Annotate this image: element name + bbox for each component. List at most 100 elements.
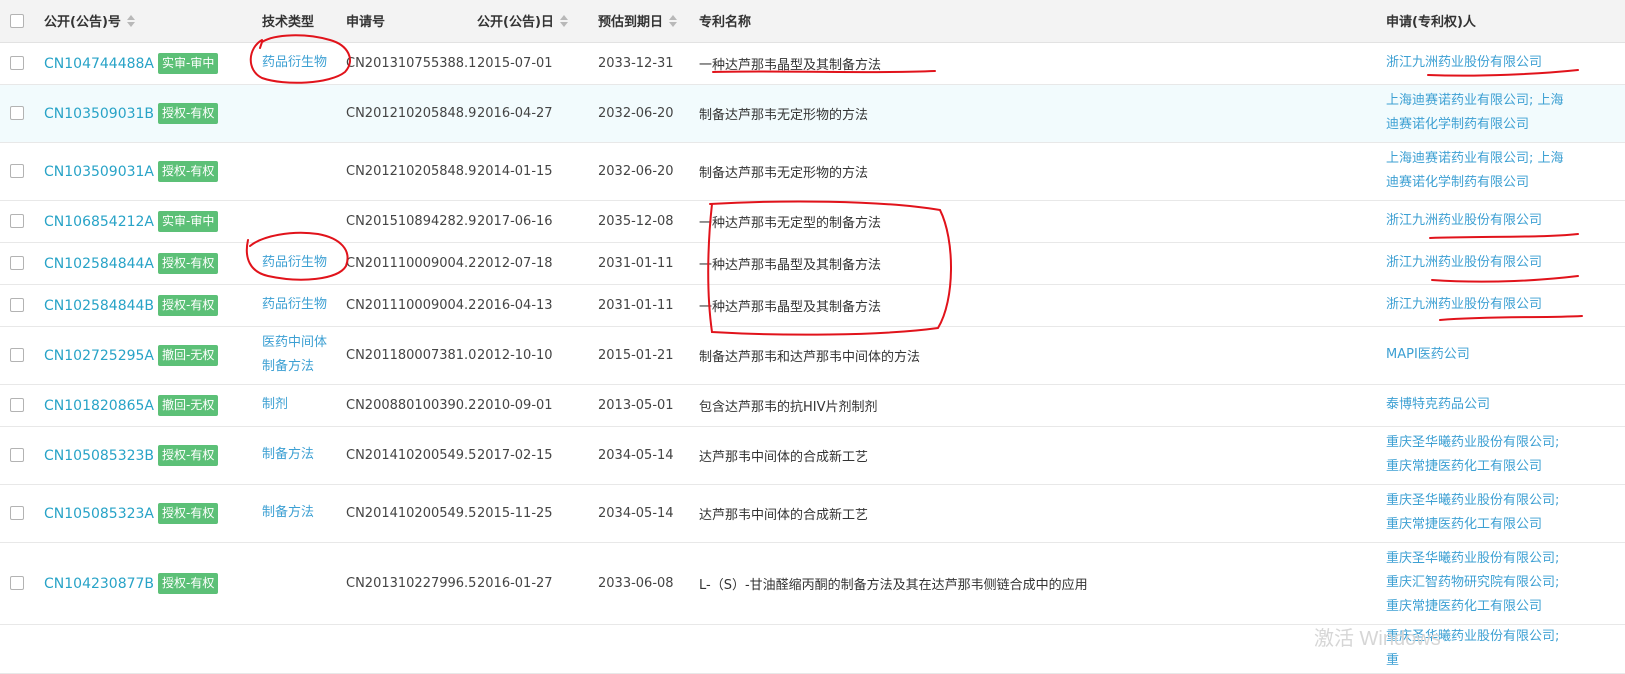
status-badge: 撤回-无权 xyxy=(158,344,219,366)
owner-link[interactable]: 浙江九洲药业股份有限公司 xyxy=(1386,51,1576,75)
status-badge: 授权-有权 xyxy=(158,294,219,316)
tech-type-cell xyxy=(262,142,346,201)
table-row[interactable]: CN104230877B 授权-有权 CN201310227996.5 2016-… xyxy=(0,542,1625,625)
owner-cell: MAPI医药公司 xyxy=(1386,326,1625,385)
table-row[interactable]: CN103509031A 授权-有权 CN201210205848.9 2014-… xyxy=(0,142,1625,201)
header-title: 专利名称 xyxy=(699,0,1386,43)
owner-link[interactable]: 泰博特克药品公司 xyxy=(1386,393,1576,417)
pub-date-cell: 2015-07-01 xyxy=(477,42,598,85)
owner-link[interactable]: 重庆圣华曦药业股份有限公司; 重庆常捷医药化工有限公司 xyxy=(1386,489,1576,537)
table-row[interactable]: CN103509031B 授权-有权 CN201210205848.9 2016-… xyxy=(0,84,1625,143)
tech-type-link[interactable]: 医药中间体制备方法 xyxy=(262,331,332,379)
pub-no-link[interactable]: CN104744488A xyxy=(44,56,154,72)
app-no-cell: CN200880100390.2 xyxy=(346,384,477,427)
owner-cell: 重庆圣华曦药业股份有限公司; 重庆汇智药物研究院有限公司; 重庆常捷医药化工有限… xyxy=(1386,542,1625,625)
pub-no-link[interactable]: CN101820865A xyxy=(44,398,154,414)
header-pub-no[interactable]: 公开(公告)号 xyxy=(44,0,262,43)
owner-link[interactable]: 浙江九洲药业股份有限公司 xyxy=(1386,251,1576,275)
row-checkbox[interactable] xyxy=(10,398,24,412)
tech-type-cell xyxy=(262,200,346,243)
select-all-checkbox[interactable] xyxy=(10,13,24,28)
row-checkbox[interactable] xyxy=(10,56,24,70)
pub-no-link[interactable]: CN105085323A xyxy=(44,506,154,522)
table-row[interactable]: CN105085323B 授权-有权 制备方法 CN201410200549.5 … xyxy=(0,426,1625,485)
owner-cell: 重庆圣华曦药业股份有限公司; 重庆常捷医药化工有限公司 xyxy=(1386,426,1625,485)
pub-no-link[interactable]: CN103509031A xyxy=(44,164,154,180)
row-checkbox[interactable] xyxy=(10,256,24,270)
expiry-cell: 2033-06-08 xyxy=(598,542,699,625)
header-pub-date[interactable]: 公开(公告)日 xyxy=(477,0,598,43)
table-row[interactable]: CN102725295A 撤回-无权 医药中间体制备方法 CN2011800073… xyxy=(0,326,1625,385)
pub-no-link[interactable]: CN106854212A xyxy=(44,214,154,230)
header-tech-type: 技术类型 xyxy=(262,0,346,43)
expiry-cell: 2033-12-31 xyxy=(598,42,699,85)
row-select-cell xyxy=(0,42,44,85)
pub-no-link[interactable]: CN102584844B xyxy=(44,298,154,314)
tech-type-cell xyxy=(262,542,346,625)
row-checkbox[interactable] xyxy=(10,448,24,462)
tech-type-link[interactable]: 药品衍生物 xyxy=(262,51,332,75)
pub-no-link[interactable]: CN104230877B xyxy=(44,576,154,592)
tech-type-link[interactable]: 药品衍生物 xyxy=(262,251,332,275)
expiry-cell: 2031-01-11 xyxy=(598,242,699,285)
app-no-cell: CN201410200549.5 xyxy=(346,426,477,485)
app-no-cell xyxy=(346,624,477,674)
owner-cell: 上海迪赛诺药业有限公司; 上海迪赛诺化学制药有限公司 xyxy=(1386,84,1625,143)
owner-link[interactable]: 重庆圣华曦药业股份有限公司; 重庆常捷医药化工有限公司 xyxy=(1386,431,1576,479)
pub-no-link[interactable]: CN103509031B xyxy=(44,106,154,122)
table-row[interactable]: CN101820865A 撤回-无权 制剂 CN200880100390.2 20… xyxy=(0,384,1625,427)
pub-no-link[interactable]: CN102584844A xyxy=(44,256,154,272)
tech-type-cell: 药品衍生物 xyxy=(262,284,346,327)
table-row[interactable]: CN102584844A 授权-有权 药品衍生物 CN201110009004.2… xyxy=(0,242,1625,285)
pub-date-cell: 2016-04-13 xyxy=(477,284,598,327)
app-no-cell: CN201210205848.9 xyxy=(346,142,477,201)
pub-no-link[interactable]: CN105085323B xyxy=(44,448,154,464)
row-checkbox[interactable] xyxy=(10,576,24,590)
app-no-cell: CN201510894282.9 xyxy=(346,200,477,243)
table-row[interactable]: CN104744488A 实审-审中 药品衍生物 CN201310755388.1… xyxy=(0,42,1625,85)
table-row[interactable]: CN106854212A 实审-审中 CN201510894282.9 2017-… xyxy=(0,200,1625,243)
row-select-cell xyxy=(0,200,44,243)
expiry-cell: 2031-01-11 xyxy=(598,284,699,327)
pub-no-link[interactable]: CN102725295A xyxy=(44,348,154,364)
row-checkbox[interactable] xyxy=(10,298,24,312)
sort-icon[interactable] xyxy=(126,15,135,28)
row-checkbox[interactable] xyxy=(10,214,24,228)
pub-no-cell: CN103509031A 授权-有权 xyxy=(44,142,262,201)
pub-no-cell: CN106854212A 实审-审中 xyxy=(44,200,262,243)
tech-type-link[interactable]: 制备方法 xyxy=(262,501,332,525)
row-checkbox[interactable] xyxy=(10,164,24,178)
row-select-cell xyxy=(0,284,44,327)
owner-link[interactable]: MAPI医药公司 xyxy=(1386,343,1576,367)
expiry-cell: 2034-05-14 xyxy=(598,484,699,543)
owner-link[interactable]: 上海迪赛诺药业有限公司; 上海迪赛诺化学制药有限公司 xyxy=(1386,89,1576,137)
table-row[interactable]: CN105085323A 授权-有权 制备方法 CN201410200549.5 … xyxy=(0,484,1625,543)
status-badge: 授权-有权 xyxy=(158,572,219,594)
title-cell: 一种达芦那韦无定型的制备方法 xyxy=(699,200,1386,243)
row-checkbox[interactable] xyxy=(10,106,24,120)
owner-link[interactable]: 浙江九洲药业股份有限公司 xyxy=(1386,209,1576,233)
sort-icon[interactable] xyxy=(559,15,568,28)
owner-link[interactable]: 浙江九洲药业股份有限公司 xyxy=(1386,293,1576,317)
tech-type-link[interactable]: 制备方法 xyxy=(262,443,332,467)
app-no-cell: CN201180007381.0 xyxy=(346,326,477,385)
row-checkbox[interactable] xyxy=(10,348,24,362)
tech-type-cell: 药品衍生物 xyxy=(262,242,346,285)
header-app-no: 申请号 xyxy=(346,0,477,43)
owner-link[interactable]: 上海迪赛诺药业有限公司; 上海迪赛诺化学制药有限公司 xyxy=(1386,147,1576,195)
tech-type-cell xyxy=(262,624,346,674)
tech-type-cell: 药品衍生物 xyxy=(262,42,346,85)
sort-icon[interactable] xyxy=(669,15,678,28)
status-badge: 授权-有权 xyxy=(158,502,219,524)
tech-type-link[interactable]: 药品衍生物 xyxy=(262,293,332,317)
status-badge: 实审-审中 xyxy=(158,210,219,232)
title-cell: 一种达芦那韦晶型及其制备方法 xyxy=(699,242,1386,285)
title-cell: 达芦那韦中间体的合成新工艺 xyxy=(699,484,1386,543)
app-no-cell: CN201410200549.5 xyxy=(346,484,477,543)
row-checkbox[interactable] xyxy=(10,506,24,520)
tech-type-link[interactable]: 制剂 xyxy=(262,393,332,417)
header-expiry[interactable]: 预估到期日 xyxy=(598,0,699,43)
table-row[interactable]: CN102584844B 授权-有权 药品衍生物 CN201110009004.2… xyxy=(0,284,1625,327)
owner-link[interactable]: 重庆圣华曦药业股份有限公司; 重庆汇智药物研究院有限公司; 重庆常捷医药化工有限… xyxy=(1386,547,1576,619)
pub-no-cell: CN105085323A 授权-有权 xyxy=(44,484,262,543)
